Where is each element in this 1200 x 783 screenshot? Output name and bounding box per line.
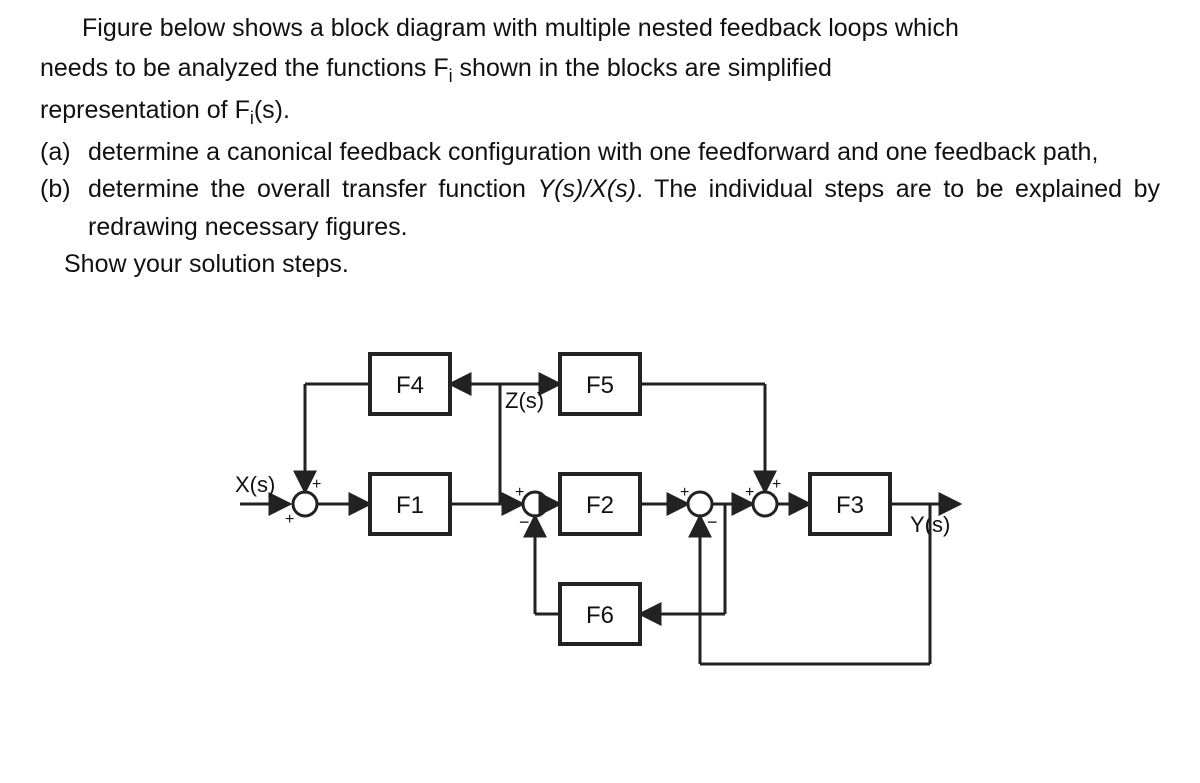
- input-label: X(s): [235, 472, 275, 497]
- summer3-sign-top: +: [680, 484, 689, 501]
- block-f4-label: F4: [396, 372, 424, 399]
- block-f2-label: F2: [586, 492, 614, 519]
- item-a: (a) determine a canonical feedback confi…: [40, 134, 1160, 172]
- z-label: Z(s): [505, 388, 544, 413]
- summer-1: [293, 492, 317, 516]
- problem-text-line3: representation of Fi(s).: [40, 92, 1160, 132]
- block-diagram: X(s) + + F1 + − Z(s) F4: [220, 324, 980, 684]
- item-a-text: determine a canonical feedback configura…: [88, 134, 1160, 172]
- block-f3-label: F3: [836, 492, 864, 519]
- summer3-sign-bot: −: [707, 512, 718, 532]
- show-steps-line: Show your solution steps.: [64, 246, 1160, 284]
- summer4-sign-top: +: [772, 476, 781, 493]
- summer-4: [753, 492, 777, 516]
- problem-text-line2: needs to be analyzed the functions Fi sh…: [40, 50, 1160, 90]
- summer2-sign-top: +: [515, 484, 524, 501]
- summer1-sign-bot: +: [285, 511, 294, 528]
- item-b-text: determine the overall transfer function …: [88, 171, 1160, 246]
- block-f1-label: F1: [396, 492, 424, 519]
- summer2-sign-bot: −: [519, 512, 530, 532]
- item-b-label: (b): [40, 171, 88, 246]
- block-f5-label: F5: [586, 372, 614, 399]
- summer4-sign-bot: +: [745, 484, 754, 501]
- item-b: (b) determine the overall transfer funct…: [40, 171, 1160, 246]
- summer1-sign-top: +: [312, 476, 321, 493]
- problem-text-line1: Figure below shows a block diagram with …: [40, 10, 1160, 48]
- item-a-label: (a): [40, 134, 88, 172]
- block-f6-label: F6: [586, 602, 614, 629]
